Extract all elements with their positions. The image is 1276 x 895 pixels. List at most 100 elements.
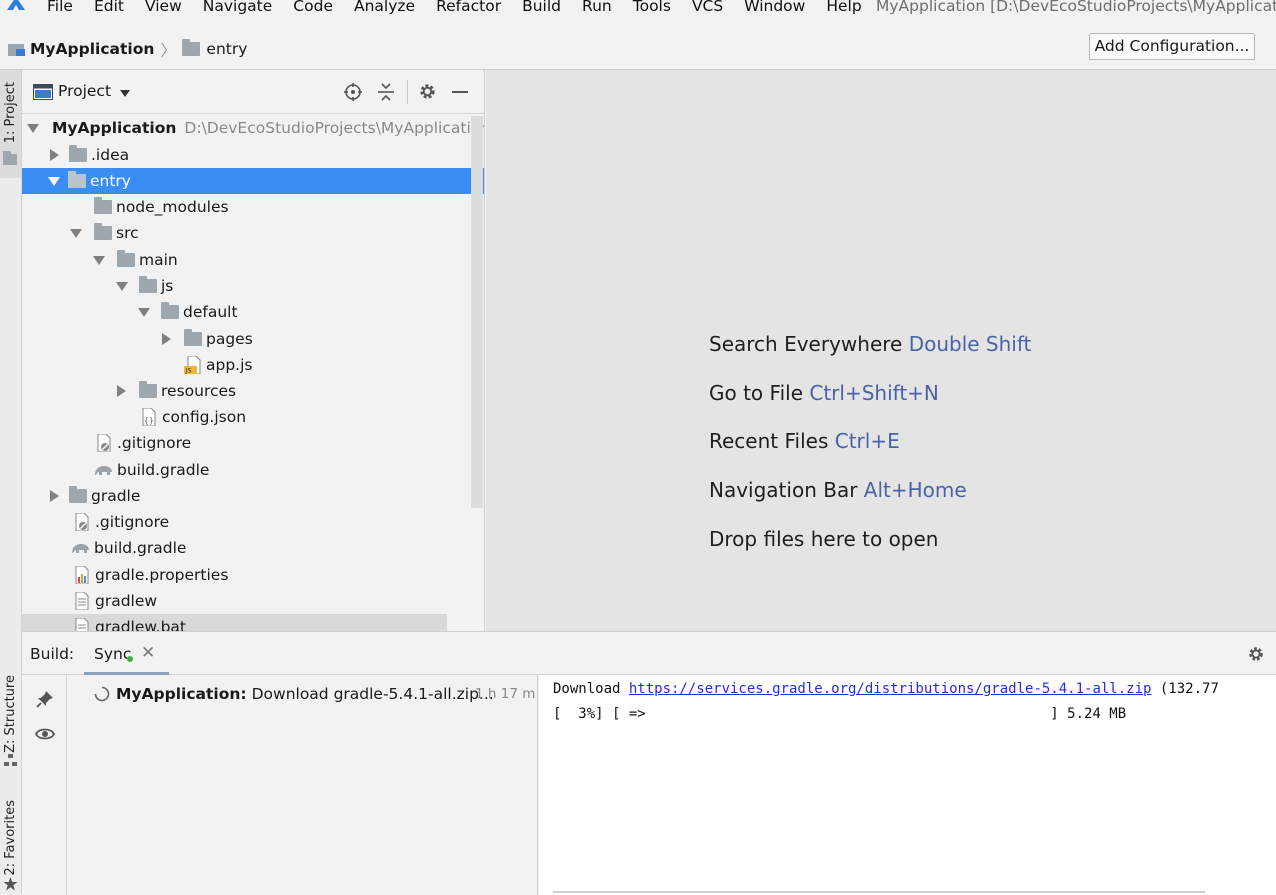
expand-arrow-icon[interactable] — [50, 490, 59, 502]
build-side-toolbar — [22, 675, 67, 895]
folder-icon — [117, 250, 135, 267]
locate-icon[interactable] — [344, 83, 362, 101]
chevron-down-icon[interactable] — [120, 90, 130, 97]
tree-item-js[interactable]: js — [22, 273, 484, 299]
download-url-link[interactable]: https://services.gradle.org/distribution… — [629, 681, 1152, 697]
project-tab-label: 1: Project — [3, 82, 18, 144]
build-task-row[interactable]: MyApplication: Download gradle-5.4.1-all… — [68, 681, 537, 707]
menu-code[interactable]: Code — [293, 0, 333, 15]
tree-item-node-modules[interactable]: node_modules — [22, 194, 484, 220]
tree-item-label: .gitignore — [117, 434, 192, 452]
expand-arrow-icon[interactable] — [48, 176, 60, 186]
tree-item-gradlew[interactable]: gradlew — [22, 588, 484, 614]
tree-item-gradle-properties[interactable]: gradle.properties — [22, 562, 484, 588]
console-suffix: (132.77 — [1151, 681, 1219, 697]
tree-item-gradlew-bat[interactable]: gradlew.bat — [22, 614, 447, 631]
expand-arrow-icon[interactable] — [162, 333, 171, 345]
tree-item-idea[interactable]: .idea — [22, 142, 484, 168]
close-tab-icon[interactable]: ✕ — [141, 643, 155, 663]
project-tab-folder-icon — [3, 151, 17, 165]
expand-arrow-icon[interactable] — [138, 307, 150, 317]
properties-file-icon — [75, 566, 89, 584]
tree-item-entry-build-gradle[interactable]: build.gradle — [22, 457, 484, 483]
hint-search-everywhere: Search Everywhere Double Shift — [709, 332, 1031, 356]
tree-item-entry[interactable]: entry — [22, 168, 484, 194]
folder-icon — [94, 223, 112, 240]
gradle-elephant-icon — [72, 544, 89, 553]
tree-item-entry-gitignore[interactable]: .gitignore — [22, 430, 484, 456]
menu-file[interactable]: File — [47, 0, 73, 15]
expand-arrow-icon[interactable] — [117, 385, 126, 397]
menu-help[interactable]: Help — [826, 0, 861, 15]
expand-arrow-icon[interactable] — [70, 228, 82, 238]
expand-arrow-icon[interactable] — [50, 149, 59, 161]
project-scrollbar[interactable] — [471, 116, 483, 508]
tree-item-gradle[interactable]: gradle — [22, 483, 484, 509]
tree-item-label: node_modules — [116, 198, 229, 216]
menu-run[interactable]: Run — [582, 0, 612, 15]
gradle-elephant-icon — [95, 466, 112, 475]
menu-analyze[interactable]: Analyze — [354, 0, 415, 15]
folder-icon — [68, 171, 86, 188]
project-view-icon — [33, 84, 53, 100]
menu-edit[interactable]: Edit — [94, 0, 124, 15]
tree-item-main[interactable]: main — [22, 247, 484, 273]
tree-item-label: js — [161, 277, 174, 295]
hint-label: Search Everywhere — [709, 332, 903, 356]
pin-icon[interactable] — [36, 690, 54, 708]
console-scrollbar[interactable] — [553, 891, 1205, 893]
hide-panel-icon[interactable] — [452, 91, 468, 93]
menu-navigate[interactable]: Navigate — [203, 0, 273, 15]
add-configuration-button[interactable]: Add Configuration... — [1089, 33, 1255, 60]
project-tool-tab[interactable]: 1: Project — [0, 70, 21, 178]
build-settings-gear-icon[interactable] — [1247, 645, 1265, 663]
tree-item-label: app.js — [206, 356, 253, 374]
menu-build[interactable]: Build — [522, 0, 561, 15]
folder-icon — [139, 276, 157, 293]
hint-label: Recent Files — [709, 429, 829, 453]
folder-icon — [69, 145, 87, 162]
menu-vcs[interactable]: VCS — [692, 0, 723, 15]
structure-tool-tab[interactable]: Z: Structure — [0, 670, 21, 770]
expand-arrow-icon[interactable] — [93, 255, 105, 265]
json-file-icon: {} — [142, 408, 156, 426]
folder-icon — [69, 486, 87, 503]
tree-item-src[interactable]: src — [22, 220, 484, 246]
collapse-all-icon[interactable] — [377, 83, 395, 101]
folder-icon — [94, 197, 112, 214]
js-file-icon: JS — [184, 356, 201, 374]
tree-item-label: entry — [90, 172, 131, 190]
menu-tools[interactable]: Tools — [633, 0, 671, 15]
menu-window[interactable]: Window — [744, 0, 805, 15]
project-panel-header: Project — [22, 70, 484, 114]
menu-refactor[interactable]: Refactor — [436, 0, 501, 15]
hint-label: Go to File — [709, 381, 803, 405]
tree-item-default[interactable]: default — [22, 299, 484, 325]
tab-sync[interactable]: Sync ✕ — [84, 632, 169, 675]
breadcrumb-entry[interactable]: entry — [206, 40, 247, 58]
tree-item-app-js[interactable]: JS app.js — [22, 352, 484, 378]
eye-icon[interactable] — [35, 727, 55, 741]
breadcrumb: MyApplication 〉 entry — [8, 37, 247, 61]
text-file-icon — [75, 592, 89, 610]
tree-item-label: default — [183, 303, 238, 321]
tree-item-config-json[interactable]: {} config.json — [22, 404, 484, 430]
build-label: Build: — [30, 645, 75, 663]
tree-item-pages[interactable]: pages — [22, 326, 484, 352]
tree-root[interactable]: MyApplication D:\DevEcoStudioProjects\My… — [22, 115, 484, 141]
project-view-selector[interactable]: Project — [58, 82, 111, 100]
tree-item-label: gradlew — [95, 592, 158, 610]
tree-item-label: gradlew.bat — [95, 618, 186, 631]
breadcrumb-project[interactable]: MyApplication — [30, 40, 154, 58]
tree-item-root-build-gradle[interactable]: build.gradle — [22, 535, 484, 561]
console-progress-line: [ 3%] [ => ] 5.24 MB — [553, 706, 1127, 722]
expand-arrow-icon[interactable] — [116, 281, 128, 291]
text-file-icon — [75, 618, 89, 631]
menu-view[interactable]: View — [145, 0, 182, 15]
favorites-tool-tab[interactable]: 2: Favorites — [0, 795, 21, 894]
expand-arrow-icon[interactable] — [27, 123, 39, 133]
gear-icon[interactable] — [418, 82, 437, 101]
tree-item-root-gitignore[interactable]: .gitignore — [22, 509, 484, 535]
structure-tab-label: Z: Structure — [3, 675, 18, 753]
tree-item-resources[interactable]: resources — [22, 378, 484, 404]
